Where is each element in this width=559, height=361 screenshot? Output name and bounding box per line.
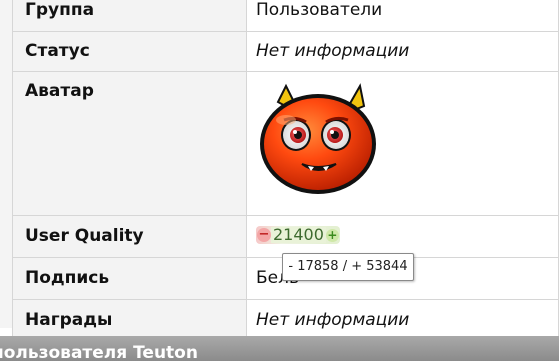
signature-label: Подпись: [12, 257, 247, 300]
avatar-label: Аватар: [12, 71, 247, 216]
quality-rating-box: − 21400 +: [256, 226, 340, 244]
red-devil-avatar-icon: [260, 83, 376, 194]
group-label: Группа: [12, 0, 247, 32]
profile-row-status: Статус Нет информации: [12, 31, 559, 72]
quality-tooltip: - 17858 / + 53844: [282, 253, 414, 281]
minus-icon[interactable]: −: [257, 228, 271, 242]
avatar-cell: [246, 71, 559, 216]
profile-row-avatar: Аватар: [12, 71, 559, 216]
status-value: Нет информации: [246, 31, 559, 72]
group-value: Пользователи: [246, 0, 559, 32]
avatar: [256, 80, 386, 200]
quality-cell: − 21400 +: [246, 215, 559, 258]
awards-value: Нет информации: [246, 299, 559, 341]
footer-title: пользователя Teuton: [0, 343, 198, 361]
profile-page: Группа Пользователи Статус Нет информаци…: [0, 0, 559, 361]
awards-label: Награды: [12, 299, 247, 341]
user-quality-widget: − 21400 +: [256, 226, 340, 244]
profile-row-group: Группа Пользователи: [12, 0, 559, 32]
quality-label: User Quality: [12, 215, 247, 258]
footer-header-bar: пользователя Teuton: [0, 336, 559, 361]
quality-value: 21400: [271, 225, 326, 244]
status-label: Статус: [12, 31, 247, 72]
profile-table: Группа Пользователи Статус Нет информаци…: [12, 0, 559, 341]
plus-icon[interactable]: +: [325, 228, 339, 242]
profile-row-awards: Награды Нет информации: [12, 299, 559, 341]
profile-row-quality: User Quality − 21400 +: [12, 215, 559, 258]
